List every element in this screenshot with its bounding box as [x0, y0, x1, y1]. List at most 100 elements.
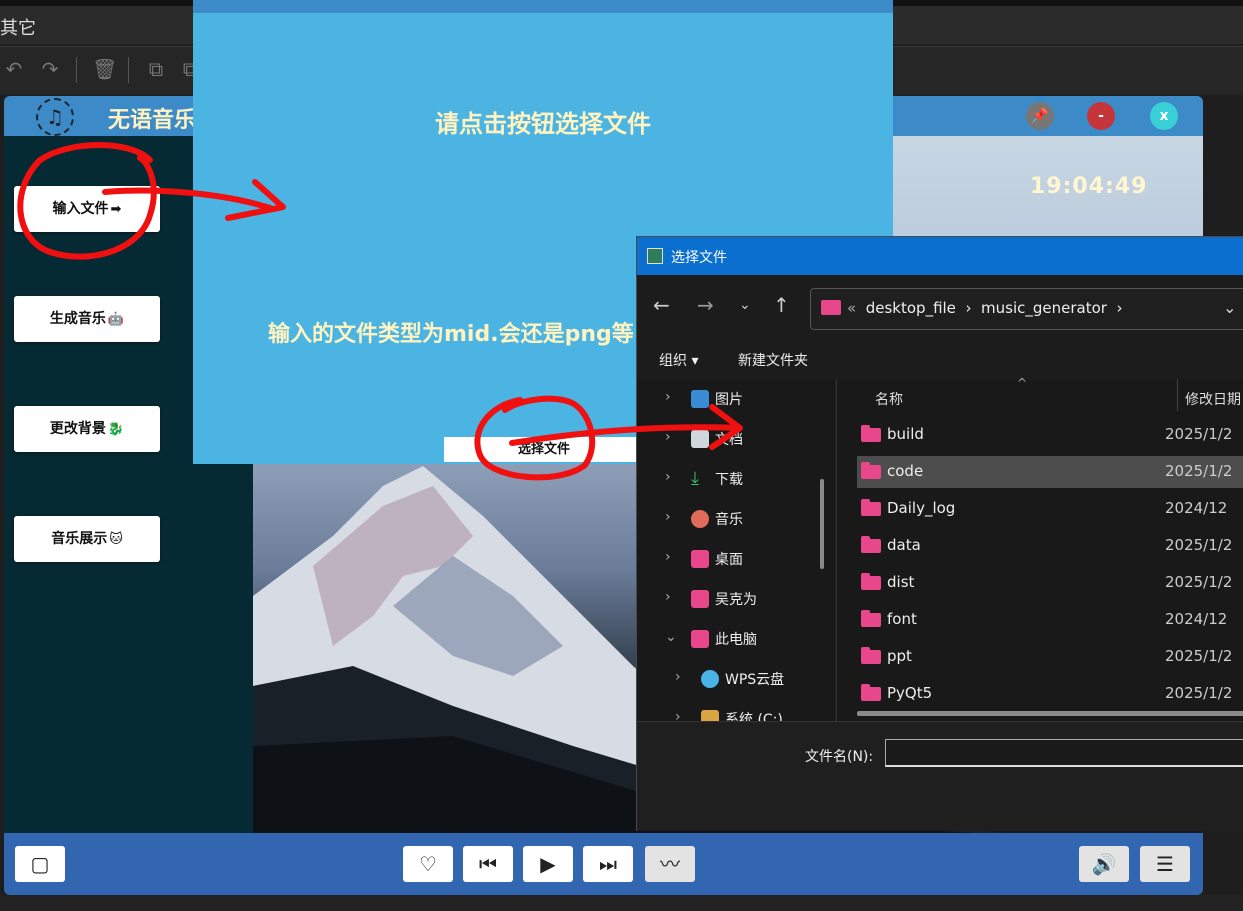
waveform-button[interactable]: 〰 — [645, 846, 695, 882]
pin-button[interactable]: 📌 — [1026, 102, 1054, 130]
this-pc-icon — [691, 630, 709, 648]
folder-icon — [861, 462, 881, 479]
menu-other[interactable]: 其它 — [0, 14, 36, 40]
file-date: 2025/1/2 — [1165, 573, 1233, 591]
up-arrow-icon[interactable]: ↑ — [773, 293, 790, 317]
input-file-label: 输入文件 — [52, 201, 109, 217]
player-bar: ▢ ♡ ⏮ ▶ ⏭ 〰 🔊 ☰ — [4, 833, 1203, 895]
tree-item-music[interactable]: › 音乐 — [637, 499, 835, 539]
minimize-button[interactable]: - — [1087, 102, 1115, 130]
input-file-button[interactable]: 输入文件 ➡ — [14, 186, 160, 232]
album-thumbnail[interactable]: ▢ — [15, 846, 65, 882]
chevron-right-icon[interactable]: › — [665, 589, 671, 605]
downloads-icon: ⤓ — [691, 468, 699, 489]
generate-music-button[interactable]: 生成音乐 🤖 — [14, 296, 160, 342]
change-background-button[interactable]: 更改背景 🐉 — [14, 406, 160, 452]
file-row[interactable]: build 2025/1/2 — [857, 419, 1243, 451]
music-display-button[interactable]: 音乐展示 🐱 — [14, 516, 160, 562]
play-button[interactable]: ▶ — [523, 846, 573, 882]
file-date: 2025/1/2 — [1165, 462, 1233, 480]
address-path: « desktop_file › music_generator › — [847, 299, 1122, 317]
select-file-panel-titlebar — [193, 0, 893, 13]
file-date: 2024/12 — [1165, 499, 1228, 517]
address-prefix: « — [847, 299, 857, 317]
redo-icon[interactable]: ↷ — [38, 57, 62, 81]
tree-item-label: WPS云盘 — [725, 672, 785, 688]
file-list: ^ 名称 修改日期 build 2025/1/2 code 2025/1/2 D… — [836, 376, 1243, 721]
filename-input[interactable] — [885, 739, 1243, 767]
tree-item-label: 图片 — [715, 392, 743, 408]
tree-item-label: 吴克为 — [715, 592, 757, 608]
picker-title: 选择文件 — [671, 250, 727, 266]
playlist-button[interactable]: ☰ — [1140, 846, 1190, 882]
column-divider[interactable] — [1177, 379, 1178, 411]
address-bar[interactable]: « desktop_file › music_generator › ⌄ — [810, 288, 1243, 330]
tree-item-downloads[interactable]: › ⤓ 下载 — [637, 459, 835, 499]
back-arrow-icon[interactable]: ← — [653, 293, 670, 317]
chevron-right-icon[interactable]: › — [675, 669, 681, 685]
chevron-right-icon[interactable]: › — [665, 389, 671, 405]
arrow-icon: ➡ — [110, 202, 122, 217]
tree-item-user[interactable]: › 吴克为 — [637, 579, 835, 619]
documents-icon — [691, 430, 709, 448]
next-button[interactable]: ⏭ — [583, 846, 633, 882]
address-segment[interactable]: music_generator — [981, 299, 1107, 317]
tree-item-desktop[interactable]: › 桌面 — [637, 539, 835, 579]
like-button[interactable]: ♡ — [403, 846, 453, 882]
filename-label: 文件名(N): — [805, 749, 874, 765]
tree-item-documents[interactable]: › 文档 — [637, 419, 835, 459]
tree-item-label: 系统 (C:) — [725, 712, 783, 721]
chevron-right-icon[interactable]: › — [665, 429, 671, 445]
folder-icon — [861, 425, 881, 442]
toolbar-divider — [128, 57, 129, 83]
copy-icon[interactable]: ⧉ — [144, 57, 168, 81]
organize-menu[interactable]: 组织 ▾ — [659, 350, 698, 370]
chevron-right-icon[interactable]: › — [665, 469, 671, 485]
tree-item-wps-cloud[interactable]: › WPS云盘 — [637, 659, 835, 699]
file-row[interactable]: Daily_log 2024/12 — [857, 493, 1243, 525]
new-folder-button[interactable]: 新建文件夹 — [738, 350, 808, 370]
nav-scrollbar[interactable] — [820, 479, 824, 569]
undo-icon[interactable]: ↶ — [2, 57, 26, 81]
select-file-button[interactable]: 选择文件 — [444, 437, 644, 462]
tree-item-this-pc[interactable]: ⌄ 此电脑 — [637, 619, 835, 659]
picker-footer: 文件名(N): — [637, 721, 1243, 831]
chevron-right-icon[interactable]: › — [675, 709, 681, 721]
column-header-name[interactable]: 名称 — [875, 389, 903, 409]
file-row[interactable]: font 2024/12 — [857, 604, 1243, 636]
folder-icon — [861, 536, 881, 553]
previous-button[interactable]: ⏮ — [463, 846, 513, 882]
cloud-icon — [701, 670, 719, 688]
folder-icon — [861, 499, 881, 516]
file-row[interactable]: PyQt5 2025/1/2 — [857, 678, 1243, 710]
horizontal-scrollbar[interactable] — [857, 711, 1243, 716]
pictures-icon — [691, 390, 709, 408]
file-date: 2025/1/2 — [1165, 425, 1233, 443]
file-picker-dialog: 选择文件 ← → ⌄ ↑ « desktop_file › music_gene… — [636, 236, 1243, 831]
file-row-selected[interactable]: code 2025/1/2 — [857, 456, 1243, 488]
delete-icon[interactable]: 🗑 — [92, 57, 117, 81]
forward-arrow-icon[interactable]: → — [697, 293, 714, 317]
history-chevron-icon[interactable]: ⌄ — [739, 297, 751, 313]
folder-icon — [861, 684, 881, 701]
address-dropdown-icon[interactable]: ⌄ — [1223, 298, 1236, 317]
chevron-down-icon[interactable]: ⌄ — [665, 629, 677, 645]
drive-icon — [701, 710, 719, 721]
file-row[interactable]: ppt 2025/1/2 — [857, 641, 1243, 673]
tree-item-c-drive[interactable]: › 系统 (C:) — [637, 699, 835, 721]
volume-button[interactable]: 🔊 — [1079, 846, 1129, 882]
desktop-icon — [691, 550, 709, 568]
chevron-right-icon[interactable]: › — [665, 509, 671, 525]
robot-icon: 🤖 — [107, 312, 125, 327]
address-segment[interactable]: desktop_file — [866, 299, 956, 317]
file-row[interactable]: dist 2025/1/2 — [857, 567, 1243, 599]
chevron-right-icon[interactable]: › — [665, 549, 671, 565]
close-button[interactable]: x — [1150, 102, 1178, 130]
music-logo-icon: ♫ — [36, 98, 74, 136]
sort-ascending-icon: ^ — [1017, 376, 1028, 390]
change-background-label: 更改背景 — [49, 421, 106, 437]
picker-titlebar: 选择文件 — [637, 237, 1243, 275]
file-row[interactable]: data 2025/1/2 — [857, 530, 1243, 562]
tree-item-pictures[interactable]: › 图片 — [637, 379, 835, 419]
column-header-date[interactable]: 修改日期 — [1185, 389, 1241, 409]
